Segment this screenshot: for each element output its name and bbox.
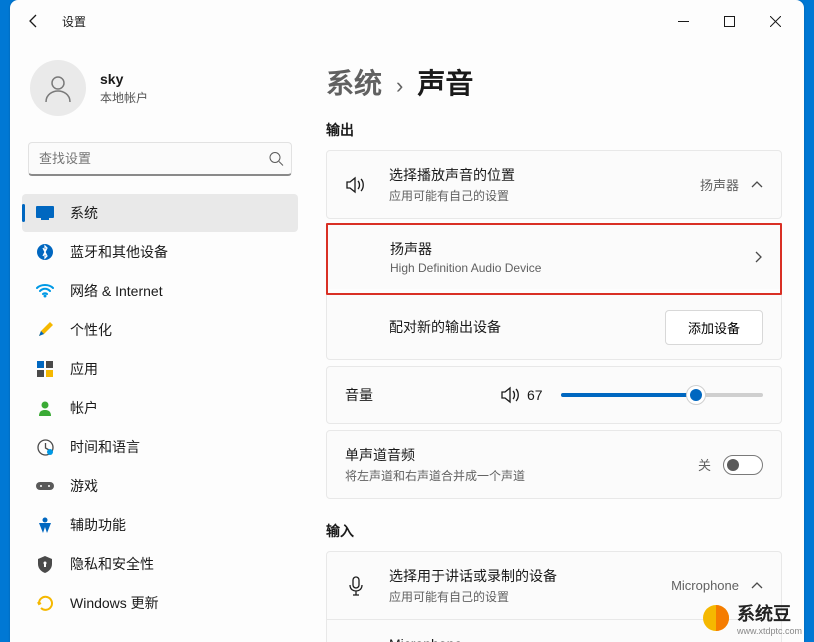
search-input[interactable] [28,142,292,176]
nav-label: 网络 & Internet [70,281,163,301]
shield-icon [38,556,52,573]
volume-label: 音量 [345,385,501,405]
row-title: 单声道音频 [345,445,698,465]
main-content: 系统 › 声音 输出 选择播放声音的位置 应用可能有自己的设置 扬声器 [310,42,804,642]
nav-label: 系统 [70,203,98,223]
output-device-value: 扬声器 [700,175,739,194]
minimize-button[interactable] [660,5,706,37]
pair-device-card: 配对新的输出设备 添加设备 [326,295,782,360]
row-title: 扬声器 [390,239,754,259]
output-device-row[interactable]: 扬声器 High Definition Audio Device [328,225,780,289]
titlebar: 设置 [10,0,804,42]
nav-update[interactable]: Windows 更新 [22,584,298,622]
nav-label: 隐私和安全性 [70,554,154,574]
accounts-icon [37,400,53,416]
nav-system[interactable]: 系统 [22,194,298,232]
close-button[interactable] [752,5,798,37]
profile-type: 本地帐户 [100,89,148,106]
profile-block[interactable]: sky 本地帐户 [16,42,304,142]
nav-label: 游戏 [70,476,98,496]
close-icon [770,16,781,27]
accessibility-icon [37,517,53,533]
row-sub: 将左声道和右声道合并成一个声道 [345,467,698,484]
speaker-icon [501,386,521,404]
nav-label: 个性化 [70,320,112,340]
nav-bluetooth[interactable]: 蓝牙和其他设备 [22,233,298,271]
mono-card: 单声道音频 将左声道和右声道合并成一个声道 关 [326,430,782,499]
bc-root[interactable]: 系统 [326,62,382,102]
apps-icon [37,361,53,377]
nav-gaming[interactable]: 游戏 [22,467,298,505]
bluetooth-icon [37,244,53,260]
microphone-icon [349,576,363,596]
output-choose-row[interactable]: 选择播放声音的位置 应用可能有自己的设置 扬声器 [327,151,781,218]
row-sub: 应用可能有自己的设置 [389,588,671,605]
mono-row: 单声道音频 将左声道和右声道合并成一个声道 关 [327,431,781,498]
chevron-up-icon [751,582,763,590]
mono-toggle[interactable] [723,455,763,475]
output-heading: 输出 [326,120,782,140]
chevron-right-icon [754,251,762,263]
nav-label: 应用 [70,359,98,379]
gamepad-icon [36,480,54,492]
highlighted-device-card: 扬声器 High Definition Audio Device [326,223,782,295]
nav-label: 蓝牙和其他设备 [70,242,168,262]
chevron-right-icon: › [396,73,403,99]
row-title: 选择用于讲话或录制的设备 [389,566,671,586]
maximize-icon [724,16,735,27]
paintbrush-icon [36,321,54,339]
bean-icon [701,603,731,633]
volume-card: 音量 67 [326,366,782,424]
window-title: 设置 [62,13,86,30]
nav-label: 帐户 [70,398,98,418]
row-title: Microphone [389,636,763,642]
bc-current: 声音 [417,62,473,102]
speaker-icon [346,176,366,194]
nav-time-language[interactable]: 时间和语言 [22,428,298,466]
watermark-brand: 系统豆 [737,600,802,626]
person-icon [42,72,74,104]
input-device-value: Microphone [671,578,739,593]
nav-label: 时间和语言 [70,437,140,457]
watermark: 系统豆 www.xtdptc.com [701,600,802,636]
nav-accessibility[interactable]: 辅助功能 [22,506,298,544]
search-box [28,142,292,176]
chevron-up-icon [751,181,763,189]
watermark-site: www.xtdptc.com [737,626,802,636]
profile-name: sky [100,71,148,87]
input-heading: 输入 [326,521,782,541]
nav-label: 辅助功能 [70,515,126,535]
update-icon [37,595,54,612]
row-title: 选择播放声音的位置 [389,165,700,185]
row-sub: High Definition Audio Device [390,261,754,275]
row-title: 配对新的输出设备 [389,317,665,337]
search-icon [269,152,284,167]
nav-personalization[interactable]: 个性化 [22,311,298,349]
wifi-icon [36,284,54,298]
maximize-button[interactable] [706,5,752,37]
nav-apps[interactable]: 应用 [22,350,298,388]
nav-network[interactable]: 网络 & Internet [22,272,298,310]
sidebar: sky 本地帐户 系统 蓝牙和其他设备 网络 & Internet [10,42,310,642]
nav-privacy[interactable]: 隐私和安全性 [22,545,298,583]
nav-label: Windows 更新 [70,593,159,613]
volume-slider[interactable] [561,393,763,397]
system-icon [36,206,54,220]
row-sub: 应用可能有自己的设置 [389,187,700,204]
add-device-button[interactable]: 添加设备 [665,310,763,345]
slider-thumb[interactable] [686,385,706,405]
back-button[interactable] [16,3,52,39]
nav-accounts[interactable]: 帐户 [22,389,298,427]
back-arrow-icon [26,13,42,29]
output-choose-card: 选择播放声音的位置 应用可能有自己的设置 扬声器 [326,150,782,219]
breadcrumb: 系统 › 声音 [326,62,782,102]
pair-row: 配对新的输出设备 添加设备 [327,295,781,359]
avatar [30,60,86,116]
clock-globe-icon [37,439,54,456]
mono-state: 关 [698,455,711,474]
minimize-icon [678,16,689,27]
volume-value: 67 [527,387,543,403]
